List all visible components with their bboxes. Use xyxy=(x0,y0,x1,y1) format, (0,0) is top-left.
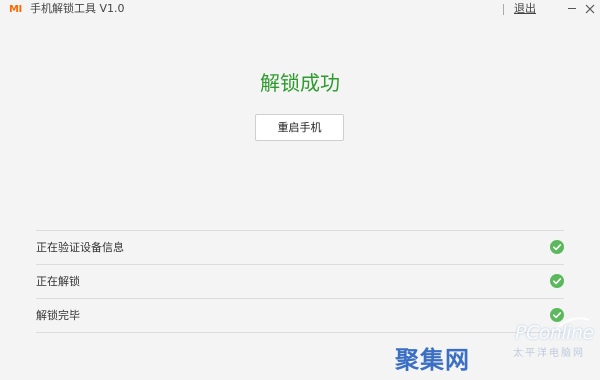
close-icon[interactable] xyxy=(584,3,596,15)
app-window: MI 手机解锁工具 V1.0 退出 解锁成功 重启手机 正在验证设备信息 正在解… xyxy=(0,0,600,380)
step-label: 正在解锁 xyxy=(36,275,80,288)
check-circle-icon xyxy=(550,274,564,288)
steps-list: 正在验证设备信息 正在解锁 解锁完毕 xyxy=(36,230,564,333)
check-circle-icon xyxy=(550,308,564,322)
divider xyxy=(36,332,564,333)
step-row: 解锁完毕 xyxy=(36,299,564,332)
step-label: 解锁完毕 xyxy=(36,309,80,322)
unlock-success-title: 解锁成功 xyxy=(260,71,340,95)
app-title: 手机解锁工具 V1.0 xyxy=(30,2,125,15)
reboot-phone-button[interactable]: 重启手机 xyxy=(255,114,344,141)
mi-logo: MI xyxy=(9,4,22,15)
step-row: 正在解锁 xyxy=(36,265,564,298)
watermark-logo: 聚集网 xyxy=(395,346,470,374)
step-label: 正在验证设备信息 xyxy=(36,241,124,254)
logout-link[interactable]: 退出 xyxy=(514,2,536,16)
title-bar: MI 手机解锁工具 V1.0 退出 xyxy=(0,0,600,20)
minimize-icon[interactable] xyxy=(568,8,576,9)
title-divider xyxy=(503,4,504,15)
check-circle-icon xyxy=(550,240,564,254)
watermark-subtitle: 太平洋电脑网 xyxy=(513,348,585,359)
step-row: 正在验证设备信息 xyxy=(36,231,564,264)
